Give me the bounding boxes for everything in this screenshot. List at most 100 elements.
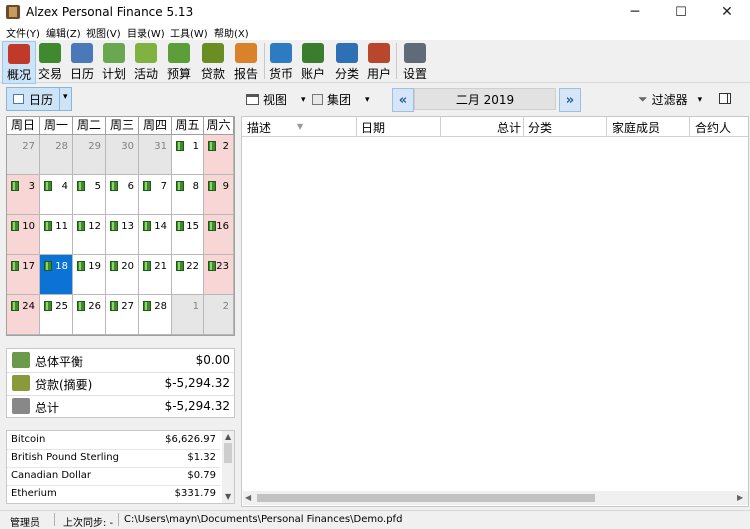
- toolbar-button-11[interactable]: 用户: [363, 41, 395, 82]
- toolbar-button-4[interactable]: 活动: [130, 41, 162, 82]
- calendar-day[interactable]: 20: [106, 255, 139, 295]
- calendar-day[interactable]: 21: [139, 255, 172, 295]
- weekday-header: 周日: [7, 117, 40, 135]
- grid-horizontal-scrollbar[interactable]: ◀ ▶: [243, 491, 748, 505]
- menu-tools[interactable]: 工具(W): [170, 25, 208, 40]
- calendar-day[interactable]: 11: [40, 215, 73, 255]
- currency-list-scrollbar[interactable]: ▲ ▼: [222, 431, 234, 503]
- calendar-view-button[interactable]: 日历 ▾: [6, 87, 72, 111]
- column-total[interactable]: 总计: [497, 119, 521, 136]
- calendar-day[interactable]: 19: [73, 255, 106, 295]
- day-number: 18: [55, 261, 68, 272]
- menu-view[interactable]: 视图(V): [86, 25, 121, 40]
- column-category[interactable]: 分类: [528, 119, 552, 136]
- toolbar-button-7[interactable]: 报告: [230, 41, 262, 82]
- month-display[interactable]: 二月 2019: [414, 88, 556, 110]
- column-description[interactable]: 描述: [247, 119, 271, 136]
- calendar-day[interactable]: 3: [7, 175, 40, 215]
- grid-header: 描述 ▼ 日期 总计 分类 家庭成员 合约人: [242, 117, 748, 137]
- calendar-day[interactable]: 24: [7, 295, 40, 335]
- scrollbar-thumb[interactable]: [224, 443, 232, 463]
- column-family-member[interactable]: 家庭成员: [612, 119, 660, 136]
- menu-file[interactable]: 文件(Y): [6, 25, 40, 40]
- minimize-button[interactable]: ─: [612, 0, 658, 24]
- calendar-day[interactable]: 14: [139, 215, 172, 255]
- toolbar-button-12[interactable]: 设置: [399, 41, 431, 82]
- group-dropdown-button[interactable]: 集团 ▾: [312, 91, 370, 108]
- calendar-day[interactable]: 30: [106, 135, 139, 175]
- toolbar-button-5[interactable]: 预算: [163, 41, 195, 82]
- currency-row[interactable]: Bitcoin $6,626.97: [7, 431, 220, 450]
- calendar-day[interactable]: 17: [7, 255, 40, 295]
- toolbar-button-3[interactable]: 计划: [98, 41, 130, 82]
- chevron-down-icon[interactable]: ▾: [63, 92, 68, 102]
- transaction-book-icon: [176, 141, 184, 151]
- calendar-day[interactable]: 4: [40, 175, 73, 215]
- menu-help[interactable]: 帮助(X): [214, 25, 249, 40]
- toolbar-button-10[interactable]: 分类: [331, 41, 363, 82]
- calendar-day[interactable]: 29: [73, 135, 106, 175]
- calendar-day[interactable]: 6: [106, 175, 139, 215]
- calendar-day[interactable]: 31: [139, 135, 172, 175]
- calendar-day[interactable]: 27: [106, 295, 139, 335]
- transaction-book-icon: [208, 141, 216, 151]
- toolbar-button-1[interactable]: 交易: [34, 41, 66, 82]
- day-number: 29: [88, 141, 101, 152]
- calendar-day[interactable]: 10: [7, 215, 40, 255]
- calendar-day[interactable]: 16: [204, 215, 234, 255]
- calendar-day[interactable]: 23: [204, 255, 234, 295]
- transaction-book-icon: [208, 181, 216, 191]
- prev-month-button[interactable]: «: [392, 88, 414, 112]
- calendar-day[interactable]: 2: [204, 135, 234, 175]
- calendar-day[interactable]: 26: [73, 295, 106, 335]
- calendar-day[interactable]: 7: [139, 175, 172, 215]
- scroll-right-icon[interactable]: ▶: [737, 493, 743, 502]
- group-label: 集团: [327, 93, 352, 107]
- calendar-day[interactable]: 9: [204, 175, 234, 215]
- calendar-day[interactable]: 2: [204, 295, 234, 335]
- summary-value: $-5,294.32: [164, 376, 230, 390]
- panel-layout-icon[interactable]: [719, 93, 731, 104]
- scrollbar-thumb[interactable]: [257, 494, 595, 502]
- calendar-day[interactable]: 28: [139, 295, 172, 335]
- currency-rate: $0.79: [187, 470, 216, 481]
- calendar-day[interactable]: 13: [106, 215, 139, 255]
- toolbar-button-8[interactable]: 货币: [265, 41, 297, 82]
- scroll-down-icon[interactable]: ▼: [225, 492, 231, 501]
- calendar-day[interactable]: 28: [40, 135, 73, 175]
- calendar-day[interactable]: 22: [172, 255, 204, 295]
- calendar-day[interactable]: 12: [73, 215, 106, 255]
- calendar-day[interactable]: 8: [172, 175, 204, 215]
- calendar-day-selected[interactable]: 18: [40, 255, 73, 295]
- toolbar-button-9[interactable]: 账户: [297, 41, 329, 82]
- currency-row[interactable]: Canadian Dollar $0.79: [7, 467, 220, 486]
- scroll-up-icon[interactable]: ▲: [225, 432, 231, 441]
- status-bar: 管理员 上次同步: - C:\Users\mayn\Documents\Pers…: [0, 510, 750, 529]
- calendar-day[interactable]: 1: [172, 135, 204, 175]
- toolbar-button-2[interactable]: 日历: [66, 41, 98, 82]
- calendar-day[interactable]: 15: [172, 215, 204, 255]
- currency-row[interactable]: British Pound Sterling $1.32: [7, 449, 220, 468]
- day-number: 11: [55, 221, 68, 232]
- scroll-left-icon[interactable]: ◀: [245, 493, 251, 502]
- menu-edit[interactable]: 编辑(Z): [46, 25, 81, 40]
- menu-catalog[interactable]: 目录(W): [127, 25, 165, 40]
- toolbar-button-6[interactable]: 贷款: [197, 41, 229, 82]
- filter-dropdown-button[interactable]: ⏷ 过滤器 ▾: [638, 91, 702, 108]
- calendar-day[interactable]: 27: [7, 135, 40, 175]
- transaction-book-icon: [143, 221, 151, 231]
- calendar-day[interactable]: 1: [172, 295, 204, 335]
- maximize-button[interactable]: ☐: [658, 0, 704, 24]
- transaction-book-icon: [110, 261, 118, 271]
- close-button[interactable]: ✕: [704, 0, 750, 24]
- next-month-button[interactable]: »: [559, 88, 581, 112]
- window-title: Alzex Personal Finance 5.13: [26, 5, 194, 19]
- view-dropdown-button[interactable]: 视图 ▾: [246, 91, 306, 108]
- transaction-book-icon: [11, 261, 19, 271]
- calendar-day[interactable]: 25: [40, 295, 73, 335]
- toolbar-button-0[interactable]: 概况: [2, 41, 36, 84]
- currency-row[interactable]: Etherium $331.79: [7, 485, 220, 503]
- calendar-day[interactable]: 5: [73, 175, 106, 215]
- column-contractor[interactable]: 合约人: [695, 119, 731, 136]
- column-date[interactable]: 日期: [361, 119, 385, 136]
